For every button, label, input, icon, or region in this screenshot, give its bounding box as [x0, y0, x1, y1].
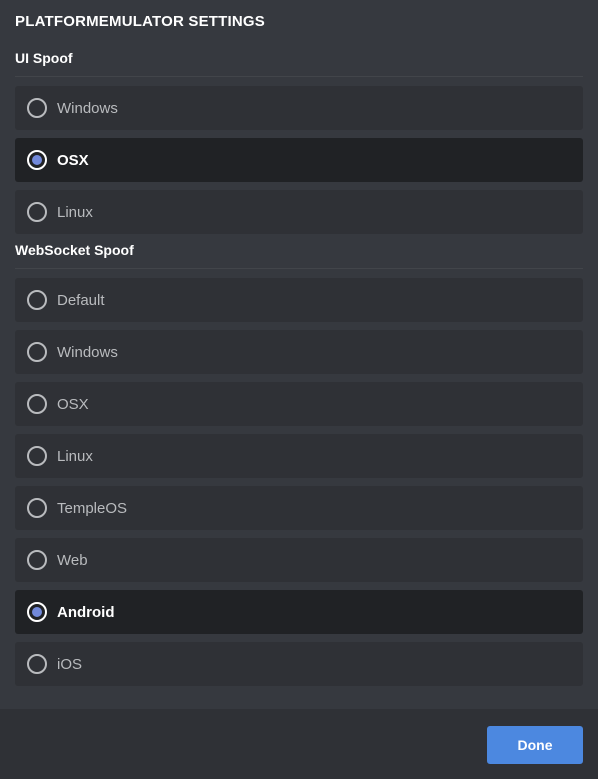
radio-button-icon[interactable] [27, 446, 47, 466]
websocket-option-web[interactable]: Web [15, 538, 583, 582]
ui-spoof-option-windows[interactable]: Windows [15, 86, 583, 130]
websocket-option-windows[interactable]: Windows [15, 330, 583, 374]
modal-footer: Done [0, 709, 598, 779]
radio-button-icon[interactable] [27, 202, 47, 222]
websocket-spoof-radio-group: Default Windows OSX Linux TempleOS Web A… [15, 278, 583, 694]
ui-spoof-option-linux[interactable]: Linux [15, 190, 583, 234]
radio-button-icon[interactable] [27, 290, 47, 310]
radio-dot-icon [32, 607, 42, 617]
websocket-spoof-divider [15, 268, 583, 269]
modal-content: PLATFORMEMULATOR SETTINGS UI Spoof Windo… [0, 0, 598, 709]
websocket-option-label: OSX [57, 395, 89, 413]
done-button[interactable]: Done [487, 726, 583, 764]
modal-title: PLATFORMEMULATOR SETTINGS [15, 13, 265, 30]
websocket-option-linux[interactable]: Linux [15, 434, 583, 478]
ui-spoof-option-label: Windows [57, 99, 118, 117]
radio-dot-icon [32, 155, 42, 165]
websocket-option-templeos[interactable]: TempleOS [15, 486, 583, 530]
ui-spoof-option-label: OSX [57, 151, 89, 169]
radio-button-icon[interactable] [27, 498, 47, 518]
websocket-option-ios[interactable]: iOS [15, 642, 583, 686]
websocket-option-osx[interactable]: OSX [15, 382, 583, 426]
websocket-spoof-section-title: WebSocket Spoof [15, 242, 134, 258]
websocket-option-label: Windows [57, 343, 118, 361]
websocket-option-label: Default [57, 291, 105, 309]
websocket-option-android[interactable]: Android [15, 590, 583, 634]
ui-spoof-section-title: UI Spoof [15, 50, 73, 66]
websocket-option-label: iOS [57, 655, 83, 673]
websocket-option-label: Android [57, 603, 115, 621]
radio-button-icon[interactable] [27, 654, 47, 674]
radio-button-icon[interactable] [27, 550, 47, 570]
radio-button-icon[interactable] [27, 98, 47, 118]
websocket-option-label: TempleOS [57, 499, 128, 517]
websocket-option-label: Linux [57, 447, 93, 465]
radio-button-icon[interactable] [27, 602, 47, 622]
websocket-option-default[interactable]: Default [15, 278, 583, 322]
radio-button-icon[interactable] [27, 150, 47, 170]
ui-spoof-option-osx[interactable]: OSX [15, 138, 583, 182]
ui-spoof-divider [15, 76, 583, 77]
radio-button-icon[interactable] [27, 394, 47, 414]
websocket-option-label: Web [57, 551, 88, 569]
radio-button-icon[interactable] [27, 342, 47, 362]
ui-spoof-option-label: Linux [57, 203, 93, 221]
ui-spoof-radio-group: Windows OSX Linux [15, 86, 583, 242]
